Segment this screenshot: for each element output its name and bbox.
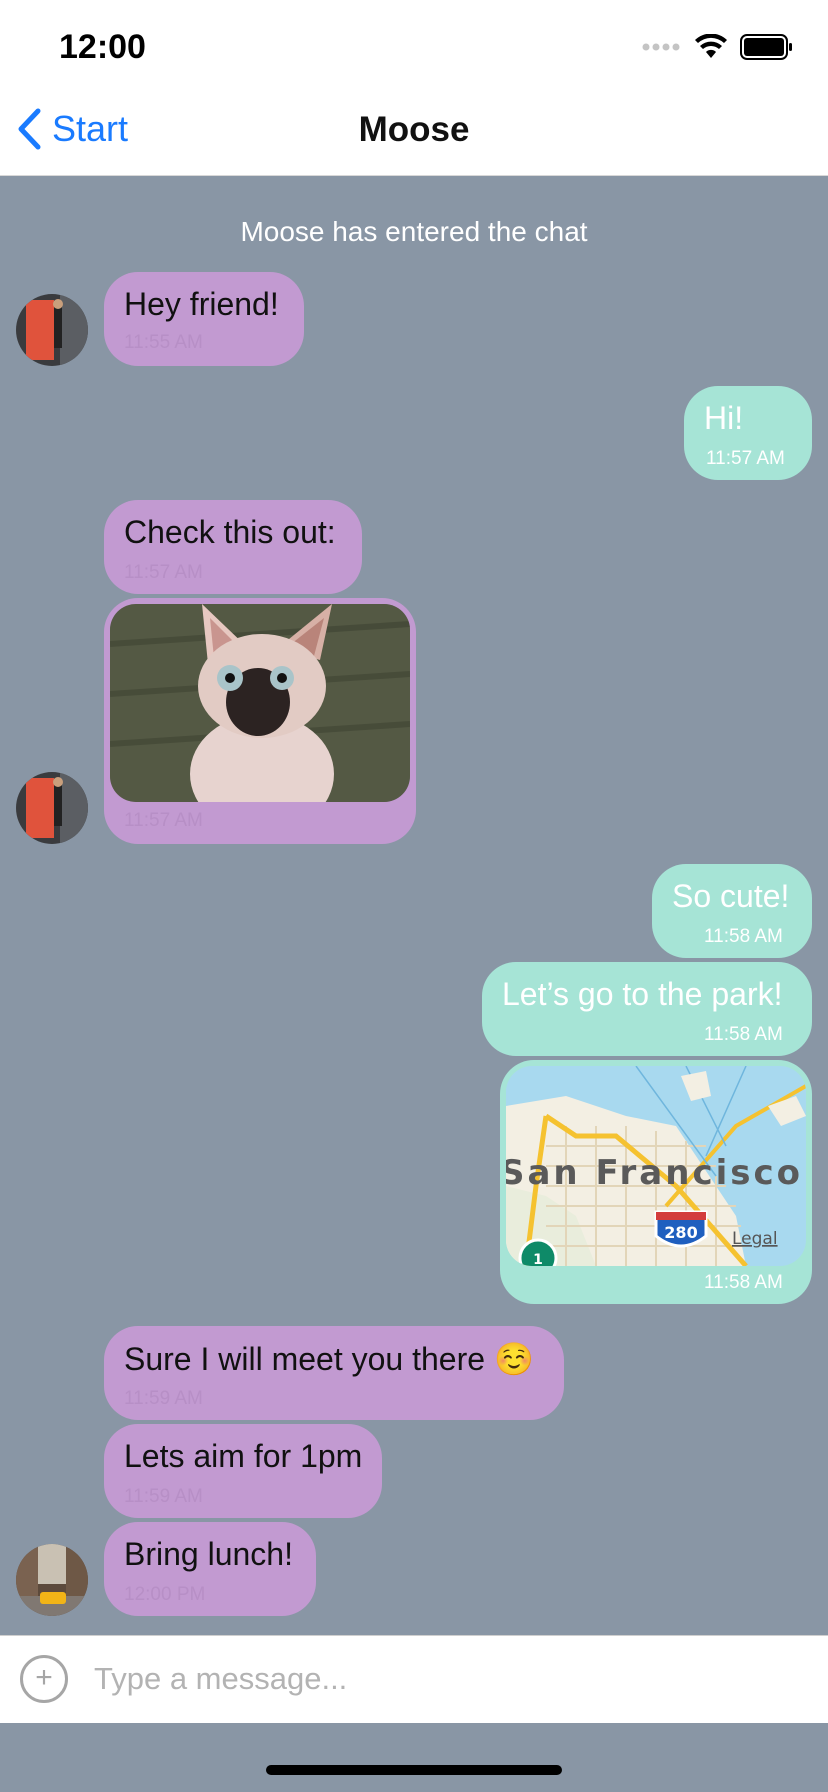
bottom-safe-area — [0, 1723, 828, 1792]
plus-icon: + — [35, 1661, 53, 1694]
message-text: Check this out: — [124, 514, 336, 550]
message-timestamp: 11:57 AM — [124, 562, 203, 583]
map-city-label: San Francisco — [506, 1153, 803, 1193]
message-timestamp: 11:58 AM — [704, 1024, 783, 1045]
battery-icon — [740, 34, 792, 60]
highway-shield-280: 280 — [664, 1223, 697, 1242]
system-message: Moose has entered the chat — [240, 216, 588, 247]
message-bubble[interactable]: Bring lunch! 12:00 PM — [104, 1522, 316, 1616]
message-input[interactable] — [92, 1648, 796, 1710]
message-composer: + — [0, 1635, 828, 1723]
avatar[interactable] — [16, 772, 88, 844]
message-timestamp: 11:55 AM — [124, 332, 203, 353]
chat-title: Moose — [358, 110, 470, 149]
message-text: Hey friend! — [124, 286, 279, 322]
message-text: Bring lunch! — [124, 1536, 293, 1572]
status-time: 12:00 — [59, 28, 146, 66]
cat-photo[interactable] — [110, 604, 410, 802]
message-text: Hi! — [704, 400, 744, 436]
message-bubble[interactable]: Hi! 11:57 AM — [684, 386, 812, 480]
message-bubble[interactable]: Let’s go to the park! 11:58 AM — [482, 962, 812, 1056]
message-bubble[interactable]: Hey friend! 11:55 AM — [104, 272, 304, 366]
message-text: Lets aim for 1pm — [124, 1438, 363, 1474]
wifi-icon — [695, 34, 727, 58]
message-bubble[interactable]: Check this out: 11:57 AM — [104, 500, 362, 594]
avatar[interactable] — [16, 1544, 88, 1616]
message-text: Sure I will meet you there ☺️ — [124, 1341, 534, 1377]
image-message-bubble[interactable]: 11:57 AM — [104, 598, 416, 844]
navigation-header: 12:00 Start Moose — [0, 0, 828, 176]
status-icons — [642, 34, 794, 60]
add-attachment-button[interactable]: + — [20, 1655, 68, 1703]
message-bubble[interactable]: Sure I will meet you there ☺️ 11:59 AM — [104, 1326, 564, 1420]
message-timestamp: 11:58 AM — [704, 1272, 783, 1293]
message-timestamp: 11:59 AM — [124, 1486, 203, 1507]
home-indicator[interactable] — [266, 1765, 562, 1775]
message-timestamp: 12:00 PM — [124, 1584, 206, 1605]
map-legal-link[interactable]: Legal — [732, 1229, 778, 1249]
message-timestamp: 11:57 AM — [124, 810, 203, 831]
message-bubble[interactable]: So cute! 11:58 AM — [652, 864, 812, 958]
map-preview[interactable]: San Francisco 280 1 Legal — [506, 1066, 806, 1266]
message-text: So cute! — [672, 878, 790, 914]
signal-icon — [642, 43, 680, 51]
map-message-bubble[interactable]: San Francisco 280 1 Legal 11:58 AM — [500, 1060, 812, 1304]
highway-shield-1: 1 — [533, 1252, 543, 1266]
avatar[interactable] — [16, 294, 88, 366]
message-text: Let’s go to the park! — [502, 976, 783, 1012]
message-bubble[interactable]: Lets aim for 1pm 11:59 AM — [104, 1424, 382, 1518]
message-timestamp: 11:57 AM — [706, 448, 785, 469]
message-timestamp: 11:58 AM — [704, 926, 783, 947]
message-timestamp: 11:59 AM — [124, 1388, 203, 1409]
